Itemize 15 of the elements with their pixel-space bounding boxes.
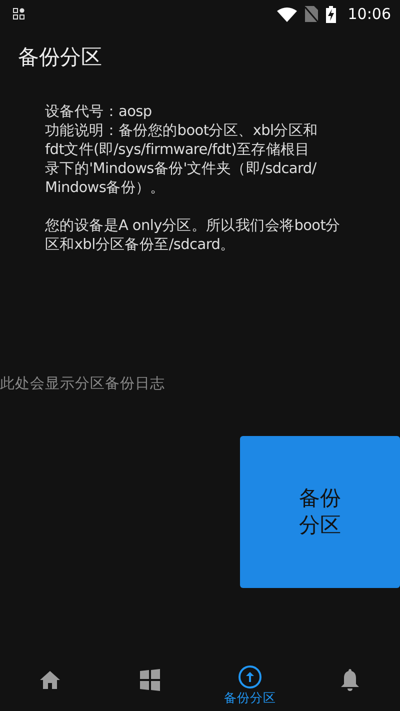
clock-time: 10:06 <box>348 5 391 23</box>
no-sim-icon <box>304 6 318 22</box>
wifi-icon <box>276 6 297 22</box>
log-message: 此处会显示分区备份日志 <box>0 375 166 393</box>
home-icon <box>39 670 61 690</box>
page-title: 备份分区 <box>18 44 103 71</box>
upload-icon <box>238 665 262 689</box>
bell-icon <box>340 668 360 692</box>
backup-button[interactable]: 备份分区 <box>240 436 400 588</box>
nav-tab[interactable]: 备份分区 <box>200 649 300 711</box>
description-text: 设备代号：aosp 功能说明：备份您的boot分区、xbl分区和 fdt文件(即/sys/firmware/fdt)至存储根目 录下的'Mindows备份'文件夹（即/sdcard/ Mindows备份）。 <box>45 103 319 198</box>
windows-icon <box>139 669 161 691</box>
battery-charging-icon <box>326 6 336 22</box>
notification-icon <box>13 8 25 20</box>
partition-note: 您的设备是A only分区。所以我们会将boot分 区和xbl分区备份至/sdcard。 <box>45 217 342 255</box>
